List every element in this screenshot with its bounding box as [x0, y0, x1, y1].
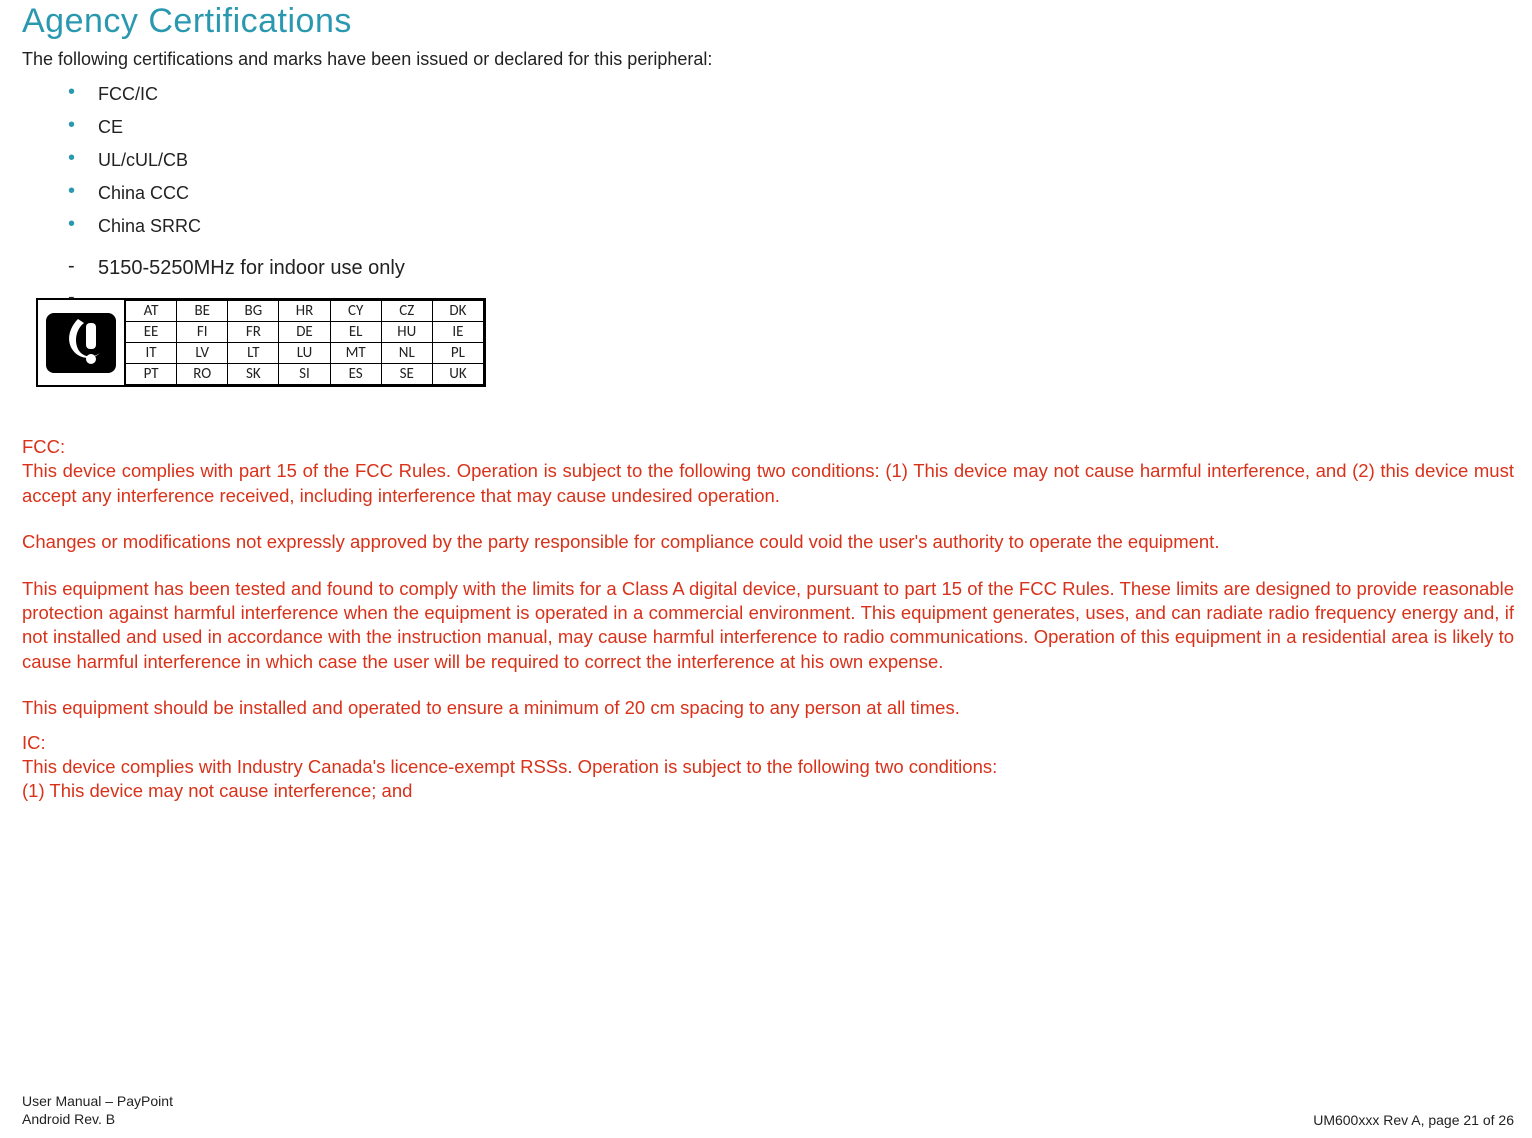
- table-cell: PT: [126, 364, 177, 385]
- table-row: IT LV LT LU MT NL PL: [126, 343, 484, 364]
- page-footer: User Manual – PayPoint Android Rev. B UM…: [22, 1092, 1514, 1128]
- certifications-list: FCC/IC CE UL/cUL/CB China CCC China SRRC: [68, 78, 1514, 243]
- fcc-paragraph: This device complies with part 15 of the…: [22, 459, 1514, 508]
- warning-icon: [38, 300, 125, 385]
- table-cell: HU: [381, 322, 432, 343]
- table-cell: LV: [177, 343, 228, 364]
- table-row: AT BE BG HR CY CZ DK: [126, 301, 484, 322]
- table-cell: RO: [177, 364, 228, 385]
- table-cell: BG: [228, 301, 279, 322]
- table-cell: BE: [177, 301, 228, 322]
- fcc-paragraph: Changes or modifications not expressly a…: [22, 530, 1514, 554]
- table-cell: FI: [177, 322, 228, 343]
- table-cell: AT: [126, 301, 177, 322]
- list-item: CE: [68, 111, 1514, 144]
- table-cell: DE: [279, 322, 330, 343]
- country-code-table: AT BE BG HR CY CZ DK EE FI FR DE EL HU I…: [125, 300, 484, 385]
- table-cell: EE: [126, 322, 177, 343]
- table-row: PT RO SK SI ES SE UK: [126, 364, 484, 385]
- ic-label: IC:: [22, 731, 1514, 755]
- list-item: FCC/IC: [68, 78, 1514, 111]
- table-cell: MT: [330, 343, 381, 364]
- table-cell: UK: [432, 364, 483, 385]
- table-cell: HR: [279, 301, 330, 322]
- fcc-paragraph: This equipment has been tested and found…: [22, 577, 1514, 675]
- regulatory-section: FCC: This device complies with part 15 o…: [22, 435, 1514, 804]
- list-item: [68, 284, 1514, 292]
- table-cell: DK: [432, 301, 483, 322]
- table-cell: CY: [330, 301, 381, 322]
- footer-left-line1: User Manual – PayPoint: [22, 1092, 173, 1110]
- page-title: Agency Certifications: [22, 2, 1514, 41]
- table-cell: IE: [432, 322, 483, 343]
- table-cell: SI: [279, 364, 330, 385]
- fcc-paragraph: This equipment should be installed and o…: [22, 696, 1514, 720]
- list-item: UL/cUL/CB: [68, 144, 1514, 177]
- table-cell: CZ: [381, 301, 432, 322]
- table-cell: LT: [228, 343, 279, 364]
- table-row: EE FI FR DE EL HU IE: [126, 322, 484, 343]
- table-cell: EL: [330, 322, 381, 343]
- notes-list: 5150-5250MHz for indoor use only: [68, 253, 1514, 292]
- list-item: 5150-5250MHz for indoor use only: [68, 253, 1514, 284]
- table-cell: PL: [432, 343, 483, 364]
- table-cell: ES: [330, 364, 381, 385]
- fcc-label: FCC:: [22, 435, 1514, 459]
- intro-text: The following certifications and marks h…: [22, 49, 1514, 70]
- table-cell: SE: [381, 364, 432, 385]
- table-cell: SK: [228, 364, 279, 385]
- footer-left-line2: Android Rev. B: [22, 1110, 173, 1128]
- country-code-block: AT BE BG HR CY CZ DK EE FI FR DE EL HU I…: [36, 298, 486, 387]
- list-item: China CCC: [68, 177, 1514, 210]
- table-cell: NL: [381, 343, 432, 364]
- table-cell: LU: [279, 343, 330, 364]
- list-item: China SRRC: [68, 210, 1514, 243]
- table-cell: IT: [126, 343, 177, 364]
- table-cell: FR: [228, 322, 279, 343]
- ic-paragraph: This device complies with Industry Canad…: [22, 755, 1514, 779]
- footer-right: UM600xxx Rev A, page 21 of 26: [1313, 1112, 1514, 1128]
- ic-paragraph: (1) This device may not cause interferen…: [22, 779, 1514, 803]
